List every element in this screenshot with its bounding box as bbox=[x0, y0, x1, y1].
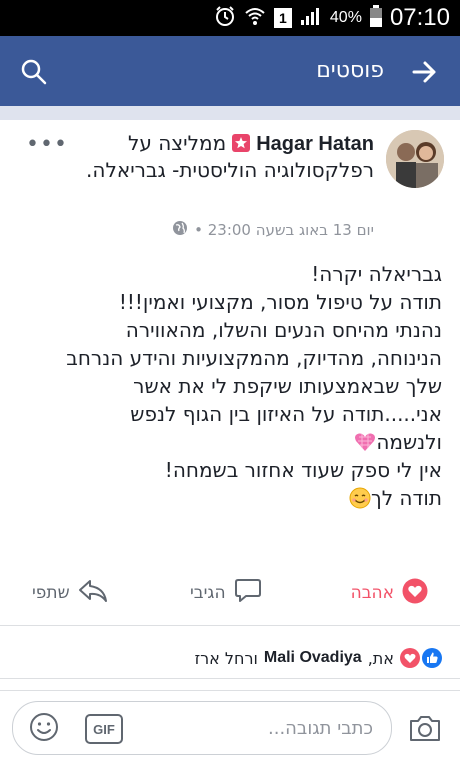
post-meta: יום 13 באוג בשעה 23:00 • bbox=[172, 220, 374, 240]
reactions-suffix: ורחל ארז bbox=[194, 648, 258, 668]
heart-icon bbox=[402, 578, 428, 609]
reactions-summary[interactable]: את, Mali Ovadiya ורחל ארז bbox=[195, 640, 442, 676]
comment-input[interactable] bbox=[191, 710, 375, 746]
emoji-icon[interactable] bbox=[29, 712, 59, 742]
body-line: ולנשמה bbox=[376, 430, 442, 454]
post-actions: אהבה הגיבי שתפי bbox=[0, 568, 460, 618]
body-line: אין לי ספק שעוד אחזור בשמחה! bbox=[164, 458, 442, 482]
like-reaction-icon bbox=[422, 648, 442, 668]
recommended-page-link[interactable]: רפלקסולוגיה הוליסטית- גבריאלה. bbox=[86, 158, 374, 182]
smiling-face-icon bbox=[349, 487, 371, 509]
alarm-icon bbox=[214, 5, 236, 31]
comment-composer: GIF bbox=[0, 690, 460, 769]
back-arrow-icon[interactable] bbox=[410, 58, 438, 86]
feed-separator bbox=[0, 106, 460, 120]
signal-icon bbox=[300, 6, 322, 30]
sparkling-heart-icon bbox=[354, 431, 376, 451]
body-line: אני.....תודה על האיזון בין הגוף לנפש bbox=[130, 402, 442, 426]
divider bbox=[0, 625, 460, 626]
status-bar: 1 40% 07:10 bbox=[0, 0, 460, 36]
action-text: ממליצה על bbox=[128, 131, 227, 155]
share-icon bbox=[78, 578, 108, 609]
post-card: ••• Hagar Hatan ממליצה על רפלקסולוגיה הול… bbox=[0, 120, 460, 679]
camera-icon[interactable] bbox=[408, 713, 442, 743]
timestamp[interactable]: יום 13 באוג בשעה 23:00 • bbox=[194, 221, 374, 239]
share-label: שתפי bbox=[32, 583, 70, 603]
avatar[interactable] bbox=[386, 130, 444, 188]
body-line: נהנתי מהיחס הנעים והשלו, מהאווירה bbox=[125, 318, 442, 342]
comment-label: הגיבי bbox=[190, 583, 226, 603]
body-line: גבריאלה יקרה! bbox=[311, 262, 442, 286]
search-icon[interactable] bbox=[20, 58, 48, 86]
sim-icon: 1 bbox=[273, 8, 292, 28]
body-line-with-emoji: ולנשמה bbox=[17, 428, 442, 456]
clock: 07:10 bbox=[389, 4, 450, 31]
body-line: הנינוחה, מהדיוק, מהמקצועיות והידע הנרחב bbox=[66, 346, 442, 370]
love-reaction-icon bbox=[400, 648, 420, 668]
reactor-name: Mali Ovadiya bbox=[263, 649, 362, 666]
more-options-icon[interactable]: ••• bbox=[26, 132, 68, 157]
author-name[interactable]: Hagar Hatan bbox=[256, 133, 374, 155]
app-bar: פוסטים bbox=[0, 36, 460, 106]
reactions-prefix: את, bbox=[367, 648, 394, 668]
body-line-with-emoji: תודה לך bbox=[17, 484, 442, 512]
wifi-icon bbox=[244, 5, 266, 31]
post-header: Hagar Hatan ממליצה על רפלקסולוגיה הוליסטי… bbox=[84, 130, 374, 183]
gif-button[interactable]: GIF bbox=[85, 714, 123, 744]
love-button[interactable]: אהבה bbox=[351, 568, 428, 618]
comment-input-wrapper[interactable]: GIF bbox=[12, 701, 392, 755]
recommendation-icon bbox=[232, 134, 251, 152]
comment-icon bbox=[234, 578, 262, 609]
page-title: פוסטים bbox=[316, 58, 384, 83]
divider bbox=[0, 678, 460, 679]
body-line: שלך שבאמצעותו שיקפת לי את אשר bbox=[133, 374, 442, 398]
body-line: תודה על טיפול מסור, מקצועי ואמין!!! bbox=[118, 290, 442, 314]
battery-icon bbox=[369, 5, 382, 31]
comment-button[interactable]: הגיבי bbox=[190, 568, 262, 618]
body-line: תודה לך bbox=[370, 486, 442, 510]
love-label: אהבה bbox=[350, 583, 394, 603]
battery-percent: 40% bbox=[329, 9, 362, 26]
share-button[interactable]: שתפי bbox=[32, 568, 108, 618]
globe-icon bbox=[172, 220, 188, 240]
post-body: גבריאלה יקרה! תודה על טיפול מסור, מקצועי… bbox=[17, 260, 442, 512]
